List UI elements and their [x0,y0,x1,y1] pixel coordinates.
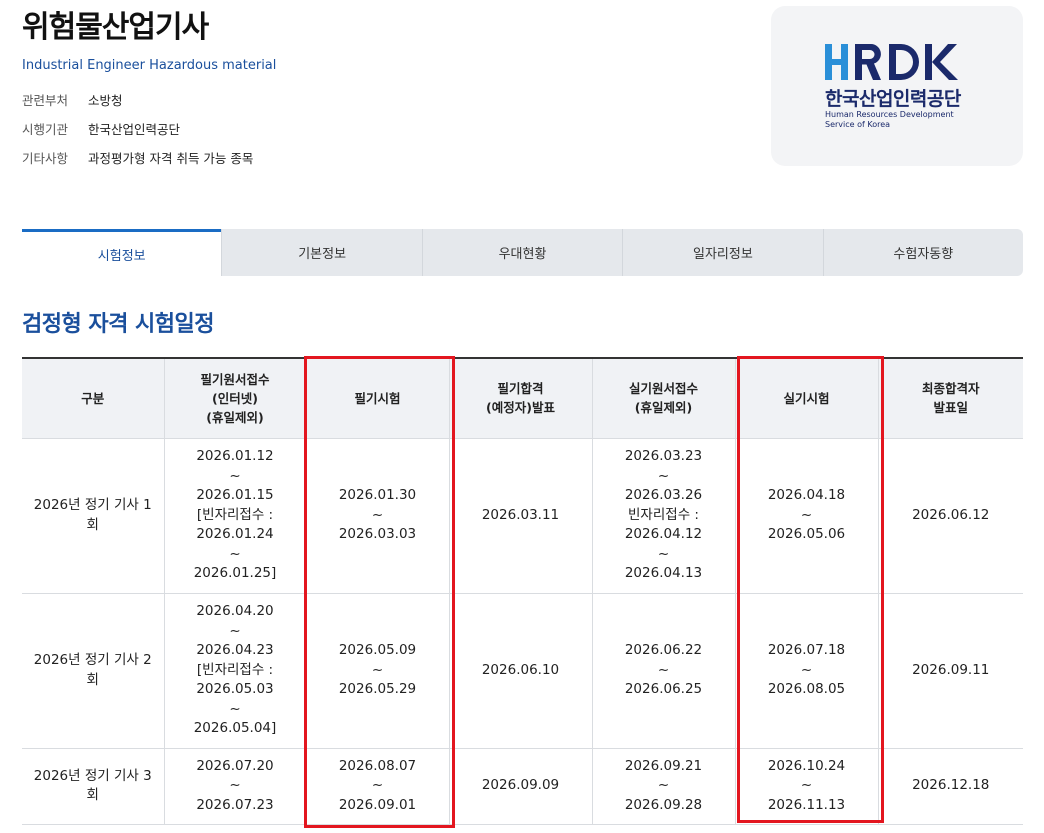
tab-examinee-trends[interactable]: 수험자동향 [822,229,1023,276]
tab-preferential-status[interactable]: 우대현황 [421,229,622,276]
practical-application-cell: 2026.03.23 ~ 2026.03.26 빈자리접수 : 2026.04.… [592,438,736,594]
meta-list: 관련부처 소방청 시행기관 한국산업인력공단 기타사항 과정평가형 자격 취득 … [22,86,762,173]
tab-bar: 시험정보 기본정보 우대현황 일자리정보 수험자동향 [22,229,1023,276]
written-result-cell: 2026.06.10 [449,593,593,749]
column-header: 필기시험 [306,358,450,439]
written-exam-cell: 2026.01.30 ~ 2026.03.03 [306,438,450,594]
logo-english-line: Human Resources Development [825,110,954,119]
meta-value: 과정평가형 자격 취득 가능 종목 [88,151,254,166]
table-row: 2026년 정기 기사 3 회 2026.07.20 ~ 2026.07.23 … [22,748,1023,825]
table-header-row: 구분 필기원서접수 (인터넷) (휴일제외) 필기시험 필기합격 (예정자)발표… [22,358,1023,439]
practical-application-cell: 2026.06.22 ~ 2026.06.25 [592,593,736,749]
hrdk-logo-card: 한국산업인력공단 Human Resources Development Ser… [771,6,1023,166]
final-result-cell: 2026.12.18 [878,748,1023,825]
tab-basic-info[interactable]: 기본정보 [221,229,421,276]
written-result-cell: 2026.03.11 [449,438,593,594]
written-application-cell: 2026.01.12 ~ 2026.01.15 [빈자리접수 : 2026.01… [164,438,307,594]
round-cell: 2026년 정기 기사 2 회 [22,593,165,749]
final-result-cell: 2026.09.11 [878,593,1023,749]
table-row: 2026년 정기 기사 1 회 2026.01.12 ~ 2026.01.15 … [22,438,1023,594]
column-header: 필기원서접수 (인터넷) (휴일제외) [164,358,307,439]
practical-exam-cell: 2026.04.18 ~ 2026.05.06 [735,438,879,594]
column-header: 필기합격 (예정자)발표 [449,358,593,439]
round-cell: 2026년 정기 기사 3 회 [22,748,165,825]
practical-exam-cell: 2026.07.18 ~ 2026.08.05 [735,593,879,749]
meta-row: 기타사항 과정평가형 자격 취득 가능 종목 [22,144,762,173]
meta-row: 시행기관 한국산업인력공단 [22,115,762,144]
tab-exam-info[interactable]: 시험정보 [22,229,222,276]
written-exam-cell: 2026.05.09 ~ 2026.05.29 [306,593,450,749]
written-result-cell: 2026.09.09 [449,748,593,825]
logo-korean-name: 한국산업인력공단 [825,88,961,110]
page-title: 위험물산업기사 [22,10,209,45]
logo-english-name: Human Resources Development Service of K… [825,110,954,130]
meta-value: 소방청 [88,93,123,108]
written-application-cell: 2026.04.20 ~ 2026.04.23 [빈자리접수 : 2026.05… [164,593,307,749]
written-exam-cell: 2026.08.07 ~ 2026.09.01 [306,748,450,825]
meta-key: 관련부처 [22,93,69,108]
table-row: 2026년 정기 기사 2 회 2026.04.20 ~ 2026.04.23 … [22,593,1023,749]
final-result-cell: 2026.06.12 [878,438,1023,594]
hrdk-logo-icon [825,44,958,80]
column-header: 실기시험 [735,358,879,439]
column-header: 구분 [22,358,165,439]
section-title: 검정형 자격 시험일정 [22,312,214,337]
meta-value: 한국산업인력공단 [88,122,181,137]
meta-key: 기타사항 [22,151,69,166]
written-application-cell: 2026.07.20 ~ 2026.07.23 [164,748,307,825]
logo-english-line: Service of Korea [825,120,891,129]
tab-job-info[interactable]: 일자리정보 [622,229,822,276]
column-header: 실기원서접수 (휴일제외) [592,358,736,439]
practical-application-cell: 2026.09.21 ~ 2026.09.28 [592,748,736,825]
exam-schedule-table: 구분 필기원서접수 (인터넷) (휴일제외) 필기시험 필기합격 (예정자)발표… [22,357,1023,825]
practical-exam-cell: 2026.10.24 ~ 2026.11.13 [735,748,879,825]
meta-key: 시행기관 [22,122,69,137]
round-cell: 2026년 정기 기사 1 회 [22,438,165,594]
page-subtitle: Industrial Engineer Hazardous material [22,58,277,73]
meta-row: 관련부처 소방청 [22,86,762,115]
column-header: 최종합격자 발표일 [878,358,1023,439]
header: 위험물산업기사 Industrial Engineer Hazardous ma… [22,8,762,173]
